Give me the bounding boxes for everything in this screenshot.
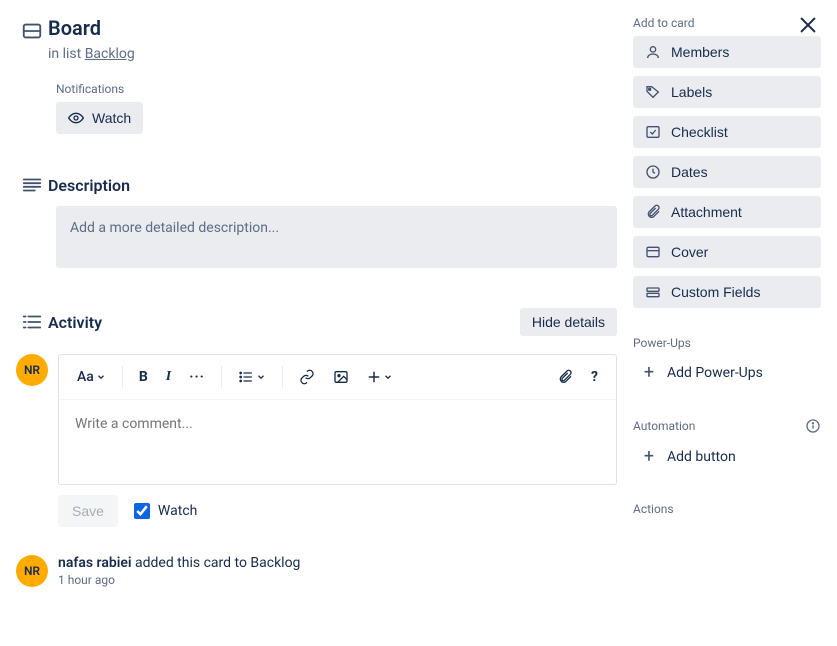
members-button[interactable]: Members — [633, 36, 821, 68]
add-powerups-label: Add Power-Ups — [667, 365, 763, 381]
cover-icon — [645, 244, 661, 260]
watch-button-label: Watch — [92, 110, 131, 126]
card-icon — [16, 16, 48, 42]
custom-fields-icon — [645, 284, 661, 300]
in-list-text: in list Backlog — [48, 46, 617, 62]
add-automation-label: Add button — [667, 449, 736, 465]
add-automation-button[interactable]: + Add button — [633, 440, 821, 474]
editor-toolbar: Aa B I ··· — [59, 355, 616, 400]
info-icon[interactable] — [805, 418, 821, 434]
watch-checkbox-label[interactable]: Watch — [134, 503, 197, 519]
checklist-label: Checklist — [671, 124, 728, 140]
eye-icon — [68, 110, 84, 126]
card-title[interactable]: Board — [48, 16, 617, 40]
watch-button[interactable]: Watch — [56, 102, 143, 134]
dates-icon — [645, 164, 661, 180]
insert-button[interactable] — [361, 366, 399, 388]
activity-user-avatar: NR — [16, 555, 48, 587]
add-powerups-button[interactable]: + Add Power-Ups — [633, 356, 821, 390]
activity-heading: Activity — [48, 313, 520, 332]
description-heading: Description — [48, 176, 617, 195]
list-link[interactable]: Backlog — [85, 46, 135, 62]
link-button[interactable] — [293, 365, 321, 389]
notifications-label: Notifications — [56, 82, 617, 96]
image-button[interactable] — [327, 365, 355, 389]
activity-icon — [16, 311, 48, 333]
card-header: Board in list Backlog — [16, 16, 617, 62]
separator — [282, 366, 283, 388]
activity-log-item: NR nafas rabiei added this card to Backl… — [16, 555, 617, 587]
help-button[interactable]: ? — [585, 365, 604, 389]
save-comment-button[interactable]: Save — [58, 495, 118, 527]
labels-button[interactable]: Labels — [633, 76, 821, 108]
cover-button[interactable]: Cover — [633, 236, 821, 268]
attachment-button[interactable]: Attachment — [633, 196, 821, 228]
separator — [122, 366, 123, 388]
custom-fields-button[interactable]: Custom Fields — [633, 276, 821, 308]
plus-icon: + — [641, 364, 657, 382]
comment-editor: Aa B I ··· — [58, 354, 617, 485]
cover-label: Cover — [671, 244, 708, 260]
add-to-card-label: Add to card — [633, 16, 821, 30]
description-input[interactable]: Add a more detailed description... — [56, 206, 617, 268]
checklist-icon — [645, 124, 661, 140]
custom-fields-label: Custom Fields — [671, 284, 760, 300]
current-user-avatar: NR — [16, 354, 48, 386]
attachment-in-editor-button[interactable] — [551, 365, 579, 389]
labels-label: Labels — [671, 84, 712, 100]
actions-label: Actions — [633, 502, 821, 516]
activity-user-name[interactable]: nafas rabiei — [58, 555, 132, 571]
attachment-label: Attachment — [671, 204, 742, 220]
watch-checkbox-text: Watch — [158, 503, 197, 519]
comment-textarea[interactable] — [59, 400, 616, 480]
plus-icon: + — [641, 448, 657, 466]
dates-label: Dates — [671, 164, 708, 180]
close-button[interactable] — [797, 14, 819, 36]
description-section-header: Description — [16, 174, 617, 196]
powerups-label: Power-Ups — [633, 336, 821, 350]
members-icon — [645, 44, 661, 60]
attachment-icon — [645, 204, 661, 220]
dates-button[interactable]: Dates — [633, 156, 821, 188]
checklist-button[interactable]: Checklist — [633, 116, 821, 148]
bold-button[interactable]: B — [133, 365, 154, 389]
activity-section-header: Activity Hide details — [16, 308, 617, 336]
members-label: Members — [671, 44, 729, 60]
hide-details-button[interactable]: Hide details — [520, 308, 617, 336]
activity-time: 1 hour ago — [58, 573, 300, 587]
automation-label: Automation — [633, 419, 695, 433]
list-button[interactable] — [232, 365, 272, 389]
activity-action-text: added this card to Backlog — [132, 555, 301, 571]
more-format-button[interactable]: ··· — [183, 365, 211, 389]
italic-button[interactable]: I — [160, 365, 177, 389]
separator — [221, 366, 222, 388]
description-icon — [16, 174, 48, 196]
text-style-button[interactable]: Aa — [71, 365, 112, 389]
watch-checkbox[interactable] — [134, 503, 150, 519]
labels-icon — [645, 84, 661, 100]
